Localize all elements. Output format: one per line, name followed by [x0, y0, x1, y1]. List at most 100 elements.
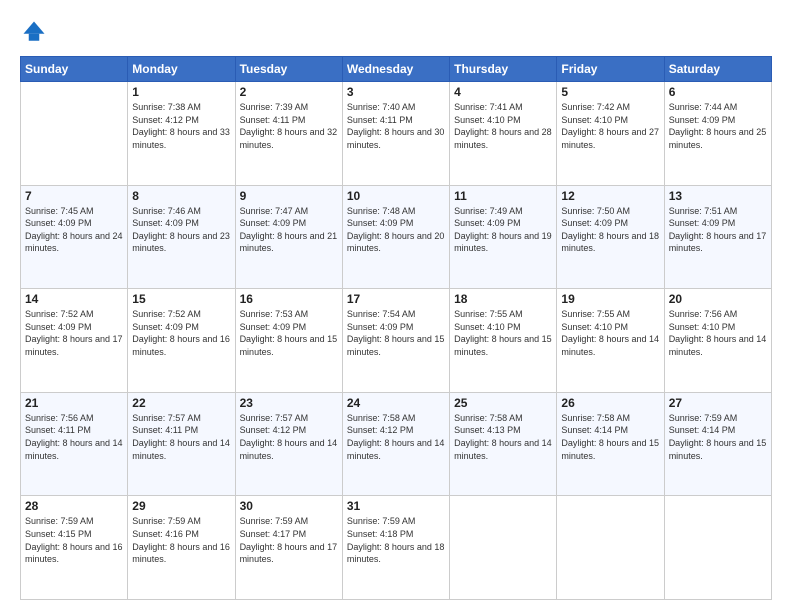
sunset-text: Sunset: 4:12 PM: [240, 425, 307, 435]
daylight-text: Daylight: 8 hours and 18 minutes.: [347, 542, 445, 565]
calendar-cell: [557, 496, 664, 600]
day-number: 8: [132, 189, 230, 203]
calendar-cell: 1 Sunrise: 7:38 AM Sunset: 4:12 PM Dayli…: [128, 82, 235, 186]
calendar-cell: 3 Sunrise: 7:40 AM Sunset: 4:11 PM Dayli…: [342, 82, 449, 186]
day-info: Sunrise: 7:39 AM Sunset: 4:11 PM Dayligh…: [240, 101, 338, 151]
day-info: Sunrise: 7:51 AM Sunset: 4:09 PM Dayligh…: [669, 205, 767, 255]
daylight-text: Daylight: 8 hours and 28 minutes.: [454, 127, 552, 150]
day-info: Sunrise: 7:57 AM Sunset: 4:12 PM Dayligh…: [240, 412, 338, 462]
calendar-cell: 31 Sunrise: 7:59 AM Sunset: 4:18 PM Dayl…: [342, 496, 449, 600]
daylight-text: Daylight: 8 hours and 15 minutes.: [561, 438, 659, 461]
day-info: Sunrise: 7:52 AM Sunset: 4:09 PM Dayligh…: [25, 308, 123, 358]
day-info: Sunrise: 7:53 AM Sunset: 4:09 PM Dayligh…: [240, 308, 338, 358]
day-info: Sunrise: 7:48 AM Sunset: 4:09 PM Dayligh…: [347, 205, 445, 255]
calendar-cell: 23 Sunrise: 7:57 AM Sunset: 4:12 PM Dayl…: [235, 392, 342, 496]
day-number: 18: [454, 292, 552, 306]
calendar-cell: 18 Sunrise: 7:55 AM Sunset: 4:10 PM Dayl…: [450, 289, 557, 393]
day-info: Sunrise: 7:56 AM Sunset: 4:11 PM Dayligh…: [25, 412, 123, 462]
sunset-text: Sunset: 4:09 PM: [669, 218, 736, 228]
logo: [20, 18, 52, 46]
day-info: Sunrise: 7:49 AM Sunset: 4:09 PM Dayligh…: [454, 205, 552, 255]
calendar-cell: 6 Sunrise: 7:44 AM Sunset: 4:09 PM Dayli…: [664, 82, 771, 186]
sunset-text: Sunset: 4:11 PM: [132, 425, 198, 435]
sunset-text: Sunset: 4:10 PM: [454, 115, 521, 125]
calendar-weekday-tuesday: Tuesday: [235, 57, 342, 82]
calendar-cell: 30 Sunrise: 7:59 AM Sunset: 4:17 PM Dayl…: [235, 496, 342, 600]
calendar-cell: 21 Sunrise: 7:56 AM Sunset: 4:11 PM Dayl…: [21, 392, 128, 496]
sunset-text: Sunset: 4:13 PM: [454, 425, 521, 435]
calendar-cell: 13 Sunrise: 7:51 AM Sunset: 4:09 PM Dayl…: [664, 185, 771, 289]
sunset-text: Sunset: 4:09 PM: [561, 218, 628, 228]
day-info: Sunrise: 7:44 AM Sunset: 4:09 PM Dayligh…: [669, 101, 767, 151]
calendar-cell: 17 Sunrise: 7:54 AM Sunset: 4:09 PM Dayl…: [342, 289, 449, 393]
day-number: 10: [347, 189, 445, 203]
calendar-cell: 16 Sunrise: 7:53 AM Sunset: 4:09 PM Dayl…: [235, 289, 342, 393]
sunset-text: Sunset: 4:09 PM: [240, 218, 307, 228]
calendar-cell: 15 Sunrise: 7:52 AM Sunset: 4:09 PM Dayl…: [128, 289, 235, 393]
day-info: Sunrise: 7:54 AM Sunset: 4:09 PM Dayligh…: [347, 308, 445, 358]
calendar-weekday-friday: Friday: [557, 57, 664, 82]
header: [20, 18, 772, 46]
daylight-text: Daylight: 8 hours and 16 minutes.: [132, 542, 230, 565]
sunset-text: Sunset: 4:09 PM: [240, 322, 307, 332]
day-info: Sunrise: 7:58 AM Sunset: 4:14 PM Dayligh…: [561, 412, 659, 462]
calendar-week-row: 14 Sunrise: 7:52 AM Sunset: 4:09 PM Dayl…: [21, 289, 772, 393]
sunset-text: Sunset: 4:10 PM: [454, 322, 521, 332]
calendar-cell: 14 Sunrise: 7:52 AM Sunset: 4:09 PM Dayl…: [21, 289, 128, 393]
sunrise-text: Sunrise: 7:58 AM: [454, 413, 523, 423]
sunrise-text: Sunrise: 7:48 AM: [347, 206, 416, 216]
day-number: 7: [25, 189, 123, 203]
day-number: 29: [132, 499, 230, 513]
daylight-text: Daylight: 8 hours and 25 minutes.: [669, 127, 767, 150]
calendar-cell: 25 Sunrise: 7:58 AM Sunset: 4:13 PM Dayl…: [450, 392, 557, 496]
day-number: 3: [347, 85, 445, 99]
calendar-week-row: 1 Sunrise: 7:38 AM Sunset: 4:12 PM Dayli…: [21, 82, 772, 186]
sunrise-text: Sunrise: 7:50 AM: [561, 206, 630, 216]
calendar-week-row: 21 Sunrise: 7:56 AM Sunset: 4:11 PM Dayl…: [21, 392, 772, 496]
calendar-weekday-thursday: Thursday: [450, 57, 557, 82]
sunset-text: Sunset: 4:09 PM: [25, 218, 92, 228]
calendar-cell: 27 Sunrise: 7:59 AM Sunset: 4:14 PM Dayl…: [664, 392, 771, 496]
day-info: Sunrise: 7:38 AM Sunset: 4:12 PM Dayligh…: [132, 101, 230, 151]
sunrise-text: Sunrise: 7:38 AM: [132, 102, 201, 112]
sunrise-text: Sunrise: 7:58 AM: [347, 413, 416, 423]
logo-icon: [20, 18, 48, 46]
day-number: 16: [240, 292, 338, 306]
calendar-cell: 20 Sunrise: 7:56 AM Sunset: 4:10 PM Dayl…: [664, 289, 771, 393]
day-number: 14: [25, 292, 123, 306]
sunrise-text: Sunrise: 7:51 AM: [669, 206, 738, 216]
daylight-text: Daylight: 8 hours and 15 minutes.: [454, 334, 552, 357]
sunset-text: Sunset: 4:11 PM: [347, 115, 413, 125]
sunrise-text: Sunrise: 7:52 AM: [25, 309, 94, 319]
calendar-cell: 9 Sunrise: 7:47 AM Sunset: 4:09 PM Dayli…: [235, 185, 342, 289]
sunset-text: Sunset: 4:11 PM: [240, 115, 306, 125]
daylight-text: Daylight: 8 hours and 14 minutes.: [25, 438, 123, 461]
sunrise-text: Sunrise: 7:41 AM: [454, 102, 523, 112]
daylight-text: Daylight: 8 hours and 17 minutes.: [669, 231, 767, 254]
sunset-text: Sunset: 4:11 PM: [25, 425, 91, 435]
sunset-text: Sunset: 4:09 PM: [132, 322, 199, 332]
daylight-text: Daylight: 8 hours and 14 minutes.: [240, 438, 338, 461]
day-info: Sunrise: 7:58 AM Sunset: 4:12 PM Dayligh…: [347, 412, 445, 462]
sunrise-text: Sunrise: 7:59 AM: [669, 413, 738, 423]
day-info: Sunrise: 7:57 AM Sunset: 4:11 PM Dayligh…: [132, 412, 230, 462]
daylight-text: Daylight: 8 hours and 20 minutes.: [347, 231, 445, 254]
sunset-text: Sunset: 4:09 PM: [347, 218, 414, 228]
daylight-text: Daylight: 8 hours and 23 minutes.: [132, 231, 230, 254]
day-number: 15: [132, 292, 230, 306]
calendar-weekday-saturday: Saturday: [664, 57, 771, 82]
sunrise-text: Sunrise: 7:49 AM: [454, 206, 523, 216]
sunrise-text: Sunrise: 7:40 AM: [347, 102, 416, 112]
calendar-cell: 2 Sunrise: 7:39 AM Sunset: 4:11 PM Dayli…: [235, 82, 342, 186]
calendar-cell: 28 Sunrise: 7:59 AM Sunset: 4:15 PM Dayl…: [21, 496, 128, 600]
calendar-week-row: 28 Sunrise: 7:59 AM Sunset: 4:15 PM Dayl…: [21, 496, 772, 600]
sunset-text: Sunset: 4:10 PM: [561, 322, 628, 332]
day-info: Sunrise: 7:55 AM Sunset: 4:10 PM Dayligh…: [561, 308, 659, 358]
daylight-text: Daylight: 8 hours and 15 minutes.: [240, 334, 338, 357]
daylight-text: Daylight: 8 hours and 27 minutes.: [561, 127, 659, 150]
sunrise-text: Sunrise: 7:56 AM: [25, 413, 94, 423]
sunset-text: Sunset: 4:09 PM: [25, 322, 92, 332]
sunrise-text: Sunrise: 7:45 AM: [25, 206, 94, 216]
calendar-cell: [450, 496, 557, 600]
day-number: 4: [454, 85, 552, 99]
